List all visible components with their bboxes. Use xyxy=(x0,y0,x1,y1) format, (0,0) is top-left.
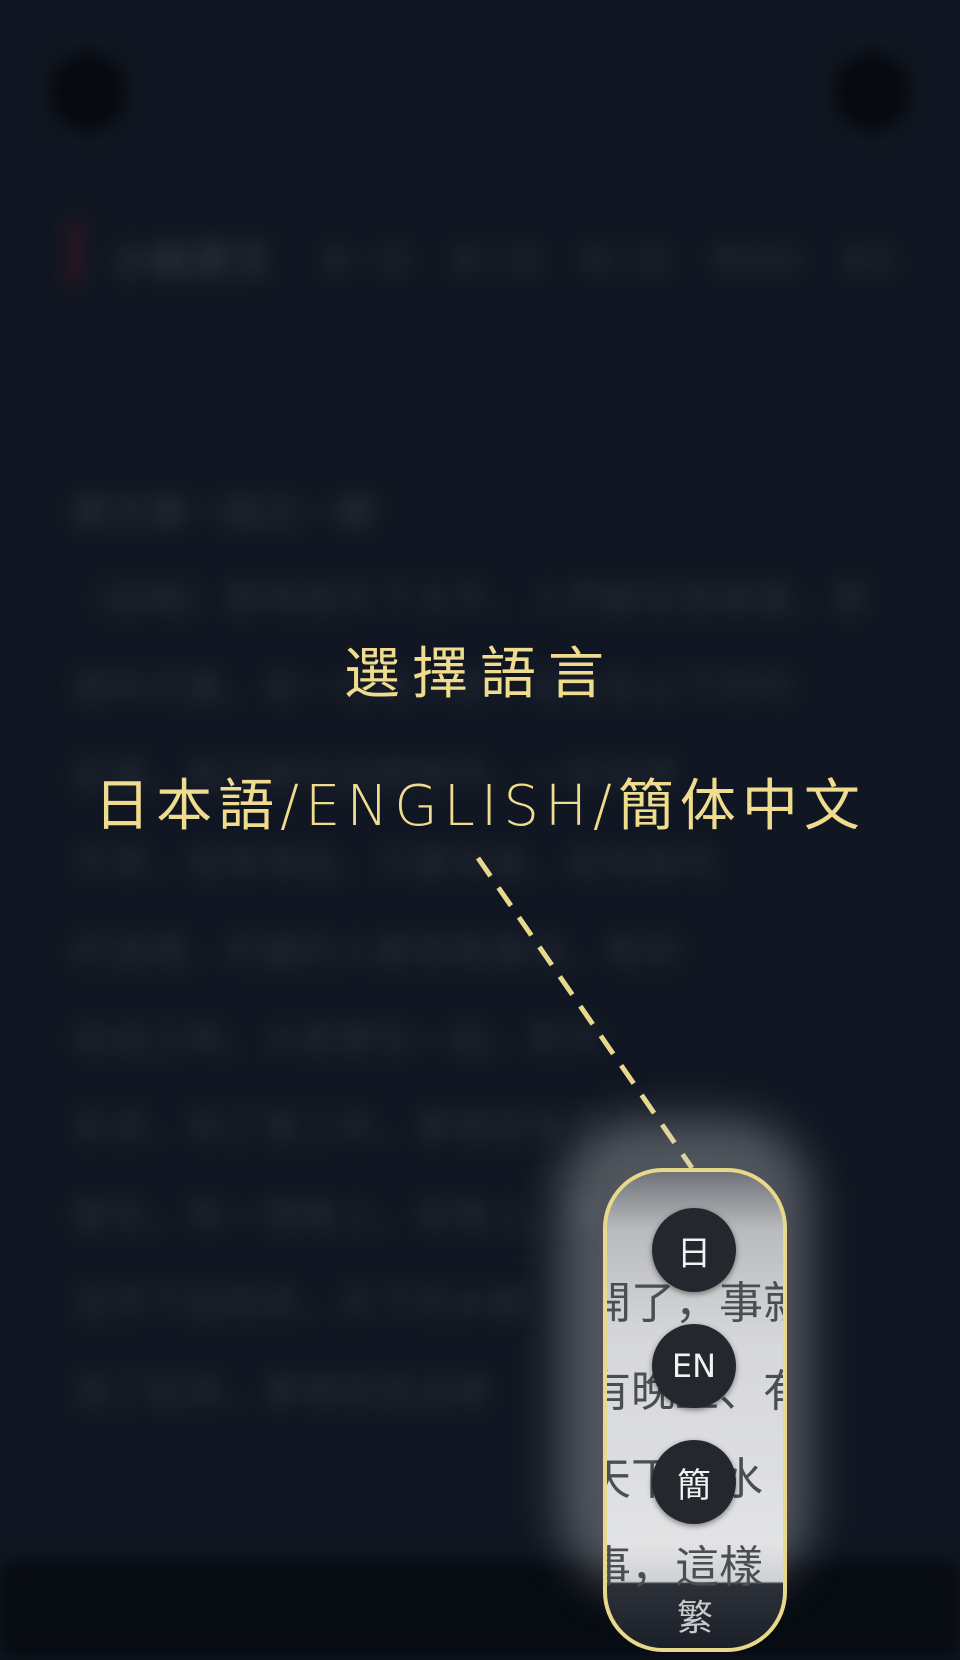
article-heading: 原文第一回之一節 xyxy=(72,491,377,535)
language-button-simplified-chinese[interactable]: 簡 xyxy=(652,1440,736,1524)
coach-mark-subtitle: 日本語/ENGLISH/簡体中文 xyxy=(94,774,866,839)
current-language-toggle[interactable]: 繁 xyxy=(607,1582,783,1648)
menu-button[interactable] xyxy=(832,52,912,132)
section-accent-bar xyxy=(70,222,80,282)
bottom-bar xyxy=(0,1560,960,1660)
body-line: 不停，他常常說，只要肯做，就有飯吃 xyxy=(72,844,719,886)
language-button-english[interactable]: EN xyxy=(652,1324,736,1408)
tab-chapter-4[interactable]: 第四回 xyxy=(710,236,800,280)
language-button-japanese[interactable]: 日 xyxy=(652,1208,736,1292)
tab-chapter-3[interactable]: 第三回 xyxy=(580,236,670,280)
coach-mark-title: 選擇語言 xyxy=(344,642,616,707)
body-line: 的道理，村裏的人都很敬重他，每到 xyxy=(72,932,681,974)
chapter-tabs: 第一回 第二回 第三回 第四回 第五 xyxy=(320,236,900,280)
language-switcher: 開了，事就 有晚上、有 天下的水 事，這樣 日 EN 簡 繁 xyxy=(603,1168,787,1652)
screen: 小說原文 第一回 第二回 第三回 第四回 第五 原文第一回之一節 （前略）那時候… xyxy=(0,0,960,1660)
tab-chapter-5[interactable]: 第五 xyxy=(840,236,900,280)
section-title: 小說原文 xyxy=(112,238,272,284)
tab-chapter-2[interactable]: 第二回 xyxy=(450,236,540,280)
body-line: 收成之時，大家聚在一起，對天 xyxy=(72,1020,605,1062)
tab-chapter-1[interactable]: 第一回 xyxy=(320,236,410,280)
back-button[interactable] xyxy=(48,52,128,132)
